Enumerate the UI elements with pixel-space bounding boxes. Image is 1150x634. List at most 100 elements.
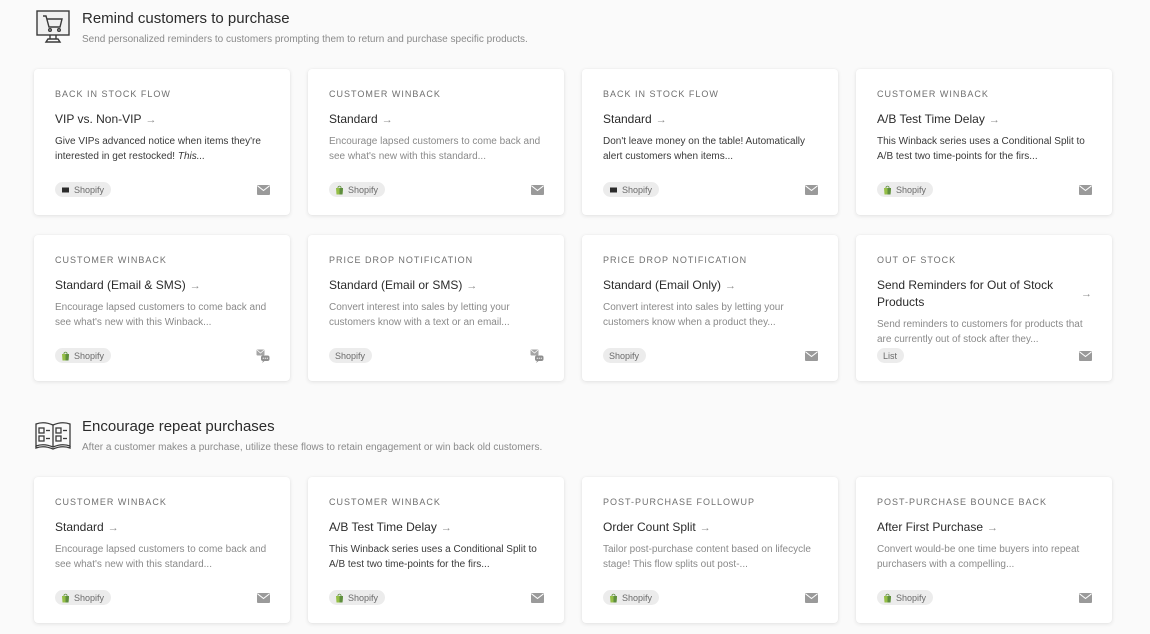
flow-card-customer-winback-standard-email-sms[interactable]: Customer Winback Standard (Email & SMS) … — [34, 235, 290, 381]
flow-card-customer-winback-standard[interactable]: Customer Winback Standard → Encourage la… — [34, 477, 290, 623]
card-footer: Shopify — [329, 590, 544, 605]
card-footer: Shopify — [603, 348, 818, 363]
arrow-right-icon: → — [655, 113, 667, 126]
tag-label: Shopify — [335, 350, 366, 361]
card-title-link[interactable]: Standard (Email Only) → — [603, 277, 818, 294]
email-icon — [1078, 350, 1092, 362]
shopify-bag-icon — [883, 185, 892, 195]
tag-label: Shopify — [896, 184, 927, 195]
card-title-link[interactable]: A/B Test Time Delay → — [877, 111, 1092, 128]
shopify-tag: Shopify — [603, 182, 660, 197]
card-footer: Shopify — [877, 182, 1092, 197]
card-footer: Shopify — [55, 348, 270, 363]
email-sms-icon — [256, 349, 270, 363]
card-footer: Shopify — [55, 182, 270, 197]
card-title-link[interactable]: VIP vs. Non-VIP → — [55, 111, 270, 128]
card-category: Customer Winback — [329, 89, 441, 99]
arrow-right-icon: → — [699, 521, 711, 534]
section-description: Send personalized reminders to customers… — [82, 34, 528, 45]
shopify-tag: Shopify — [55, 182, 112, 197]
shopify-bag-icon — [335, 185, 344, 195]
shopify-tag: Shopify — [603, 590, 660, 605]
card-category: Price Drop Notification — [329, 255, 474, 265]
list-tag: List — [877, 348, 905, 363]
card-footer: Shopify — [603, 590, 818, 605]
card-title: Standard — [55, 520, 104, 534]
email-icon — [530, 184, 544, 196]
card-description: Encourage lapsed customers to come back … — [329, 136, 541, 162]
card-description: Convert interest into sales by letting y… — [603, 302, 784, 328]
card-footer: Shopify — [877, 590, 1092, 605]
shopify-bag-icon — [883, 593, 892, 603]
email-icon — [804, 592, 818, 604]
shopify-tag: Shopify — [877, 182, 934, 197]
arrow-right-icon: → — [107, 521, 119, 534]
flow-card-price-drop-notification-standard-email-only[interactable]: Price Drop Notification Standard (Email … — [582, 235, 838, 381]
flow-grid-repeat: Customer Winback Standard → Encourage la… — [34, 477, 1112, 623]
arrow-right-icon: → — [381, 113, 393, 126]
section-title: Encourage repeat purchases — [82, 418, 275, 435]
flow-card-customer-winback-a-b-test-time-delay[interactable]: Customer Winback A/B Test Time Delay → T… — [308, 477, 564, 623]
email-sms-icon — [530, 349, 544, 363]
card-description: Tailor post-purchase content based on li… — [603, 544, 811, 570]
flow-card-customer-winback-a-b-test-time-delay[interactable]: Customer Winback A/B Test Time Delay → T… — [856, 69, 1112, 215]
section-title: Remind customers to purchase — [82, 10, 290, 27]
card-title-link[interactable]: Standard → — [603, 111, 818, 128]
card-category: Customer Winback — [877, 89, 989, 99]
email-icon — [256, 592, 270, 604]
card-description: Encourage lapsed customers to come back … — [55, 544, 267, 570]
card-title-link[interactable]: Standard (Email & SMS) → — [55, 277, 270, 294]
flow-card-price-drop-notification-standard-email-or-sms[interactable]: Price Drop Notification Standard (Email … — [308, 235, 564, 381]
card-category: Customer Winback — [55, 497, 167, 507]
card-title-link[interactable]: Standard → — [55, 519, 270, 536]
card-title: A/B Test Time Delay — [877, 112, 985, 126]
card-footer: Shopify — [603, 182, 818, 197]
arrow-right-icon: → — [1081, 288, 1092, 300]
shopify-bag-icon — [335, 593, 344, 603]
arrow-right-icon: → — [189, 279, 201, 292]
tag-label: Shopify — [348, 184, 379, 195]
card-title-link[interactable]: After First Purchase → — [877, 519, 1092, 536]
shopify-bag-icon — [61, 593, 70, 603]
card-title: A/B Test Time Delay — [329, 520, 437, 534]
shopify-tag: Shopify — [877, 590, 934, 605]
flow-card-out-of-stock-send-reminders-for-out-of-stock-products[interactable]: Out of Stock Send Reminders for Out of S… — [856, 235, 1112, 381]
shopify-tag: Shopify — [603, 348, 647, 363]
email-icon — [1078, 592, 1092, 604]
card-category: Back in Stock Flow — [55, 89, 171, 99]
arrow-right-icon: → — [466, 279, 478, 292]
shopify-dark-icon — [609, 186, 618, 194]
flow-card-back-in-stock-flow-standard[interactable]: Back in Stock Flow Standard → Don't leav… — [582, 69, 838, 215]
card-category: Price Drop Notification — [603, 255, 748, 265]
email-icon — [256, 184, 270, 196]
shopify-tag: Shopify — [329, 590, 386, 605]
tag-label: Shopify — [896, 592, 927, 603]
card-category: Customer Winback — [329, 497, 441, 507]
email-icon — [1078, 184, 1092, 196]
card-category: Back in Stock Flow — [603, 89, 719, 99]
arrow-right-icon: → — [145, 113, 157, 126]
card-category: Out of Stock — [877, 255, 957, 265]
flow-card-customer-winback-standard[interactable]: Customer Winback Standard → Encourage la… — [308, 69, 564, 215]
card-title: Standard (Email & SMS) — [55, 278, 186, 292]
card-title-link[interactable]: A/B Test Time Delay → — [329, 519, 544, 536]
tag-label: Shopify — [348, 592, 379, 603]
card-category: Customer Winback — [55, 255, 167, 265]
card-title: Standard — [603, 112, 652, 126]
card-title-link[interactable]: Send Reminders for Out of Stock Products… — [877, 277, 1092, 311]
computer-cart-icon — [34, 8, 72, 46]
shopify-tag: Shopify — [329, 348, 373, 363]
card-description: This Winback series uses a Conditional S… — [329, 544, 537, 570]
arrow-right-icon: → — [440, 521, 452, 534]
section-header-repeat: Encourage repeat purchases After a custo… — [34, 416, 542, 454]
card-title-link[interactable]: Standard (Email or SMS) → — [329, 277, 544, 294]
shopify-tag: Shopify — [55, 590, 112, 605]
shopify-tag: Shopify — [329, 182, 386, 197]
flow-card-post-purchase-followup-order-count-split[interactable]: Post-Purchase Followup Order Count Split… — [582, 477, 838, 623]
card-description: Give VIPs advanced notice when items the… — [55, 136, 261, 162]
tag-label: Shopify — [622, 184, 653, 195]
flow-card-post-purchase-bounce-back-after-first-purchase[interactable]: Post-Purchase Bounce Back After First Pu… — [856, 477, 1112, 623]
flow-card-back-in-stock-flow-vip-vs-non-vip[interactable]: Back in Stock Flow VIP vs. Non-VIP → Giv… — [34, 69, 290, 215]
card-title-link[interactable]: Standard → — [329, 111, 544, 128]
card-title-link[interactable]: Order Count Split → — [603, 519, 818, 536]
